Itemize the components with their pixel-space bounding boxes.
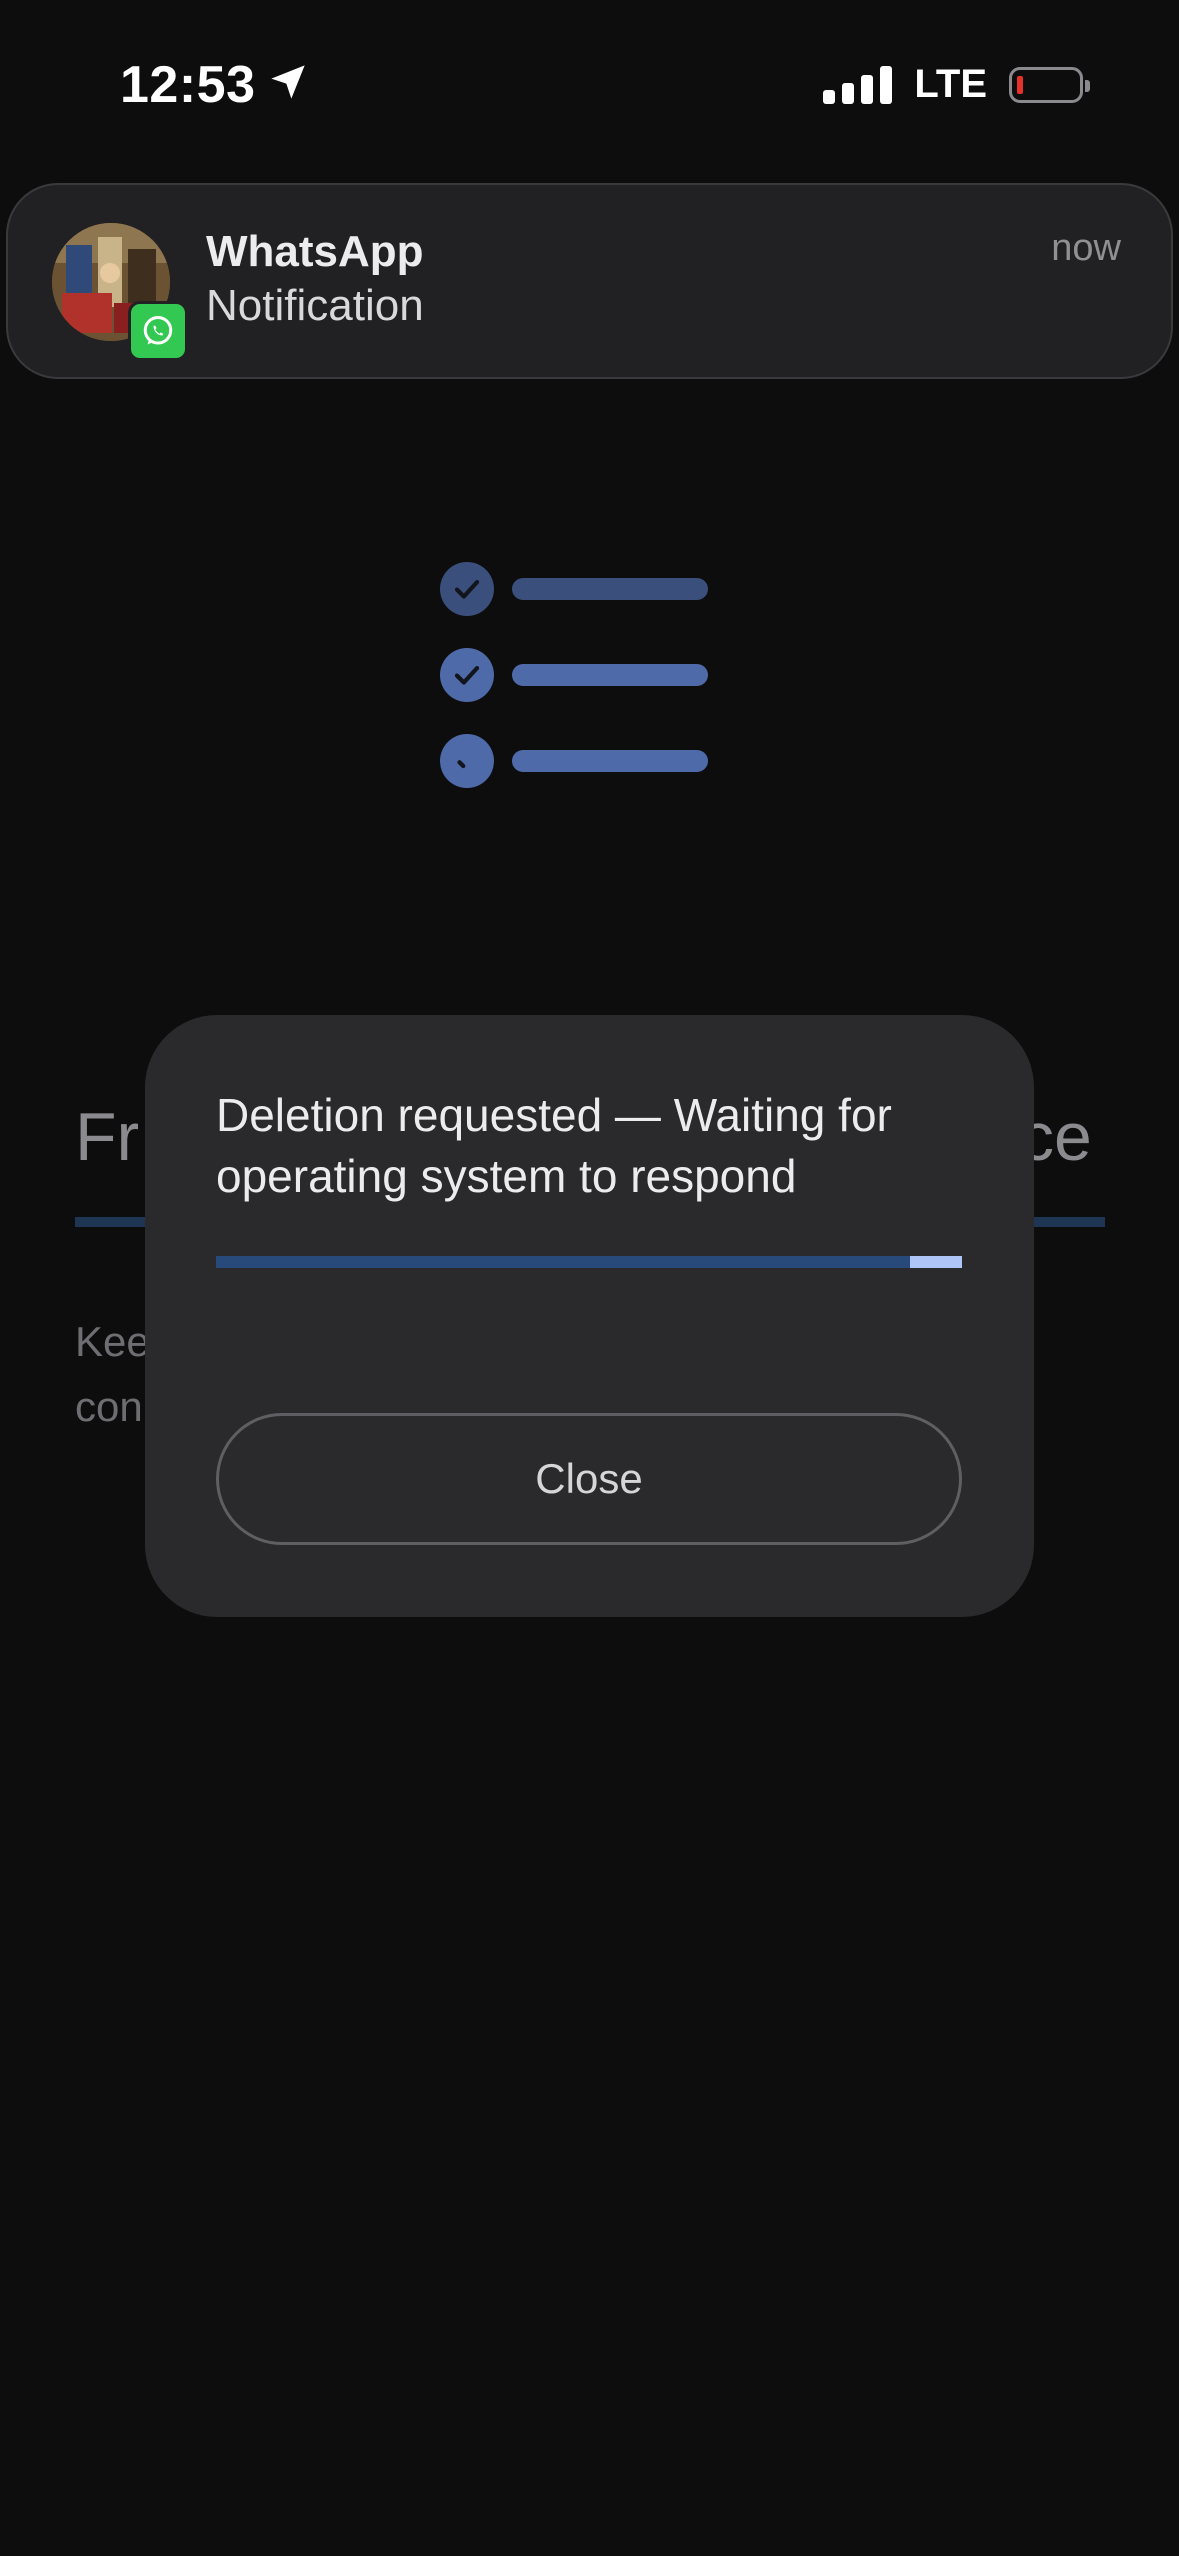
checklist-illustration xyxy=(440,562,720,820)
progress-bar xyxy=(216,1256,962,1268)
notification-body: Notification xyxy=(206,281,424,330)
check-icon xyxy=(440,648,494,702)
notification-app-name: WhatsApp xyxy=(206,227,424,276)
whatsapp-logo-icon xyxy=(128,301,188,361)
location-arrow-icon xyxy=(268,55,308,115)
status-time-text: 12:53 xyxy=(120,56,256,114)
battery-level xyxy=(1017,75,1023,94)
page-text-fragment-2: con xyxy=(75,1383,143,1430)
whatsapp-notification-banner[interactable]: WhatsApp Notification now xyxy=(6,183,1173,379)
notification-time: now xyxy=(1051,227,1121,269)
close-button[interactable]: Close xyxy=(216,1413,962,1545)
status-indicators: LTE xyxy=(823,62,1090,107)
cellular-signal-icon xyxy=(823,65,893,104)
deletion-status-dialog: Deletion requested — Waiting for operati… xyxy=(145,1015,1034,1617)
checklist-line xyxy=(512,750,708,772)
status-time: 12:53 xyxy=(120,55,308,115)
page-heading-fragment-left: Fr xyxy=(75,1099,140,1175)
checklist-row xyxy=(440,562,720,648)
progress-bar-fill xyxy=(910,1256,962,1268)
page-text-fragment-1: Kee xyxy=(75,1318,150,1365)
checklist-line xyxy=(512,664,708,686)
checklist-row xyxy=(440,648,720,734)
checklist-row xyxy=(440,734,720,820)
dialog-message: Deletion requested — Waiting for operati… xyxy=(216,1089,892,1202)
network-label: LTE xyxy=(914,62,987,106)
screen: 12:53 LTE WhatsApp Notification now Fr c… xyxy=(0,0,1179,2556)
pending-check-icon xyxy=(440,734,494,788)
checklist-line xyxy=(512,578,708,600)
check-icon xyxy=(440,562,494,616)
battery-icon xyxy=(1009,66,1090,103)
